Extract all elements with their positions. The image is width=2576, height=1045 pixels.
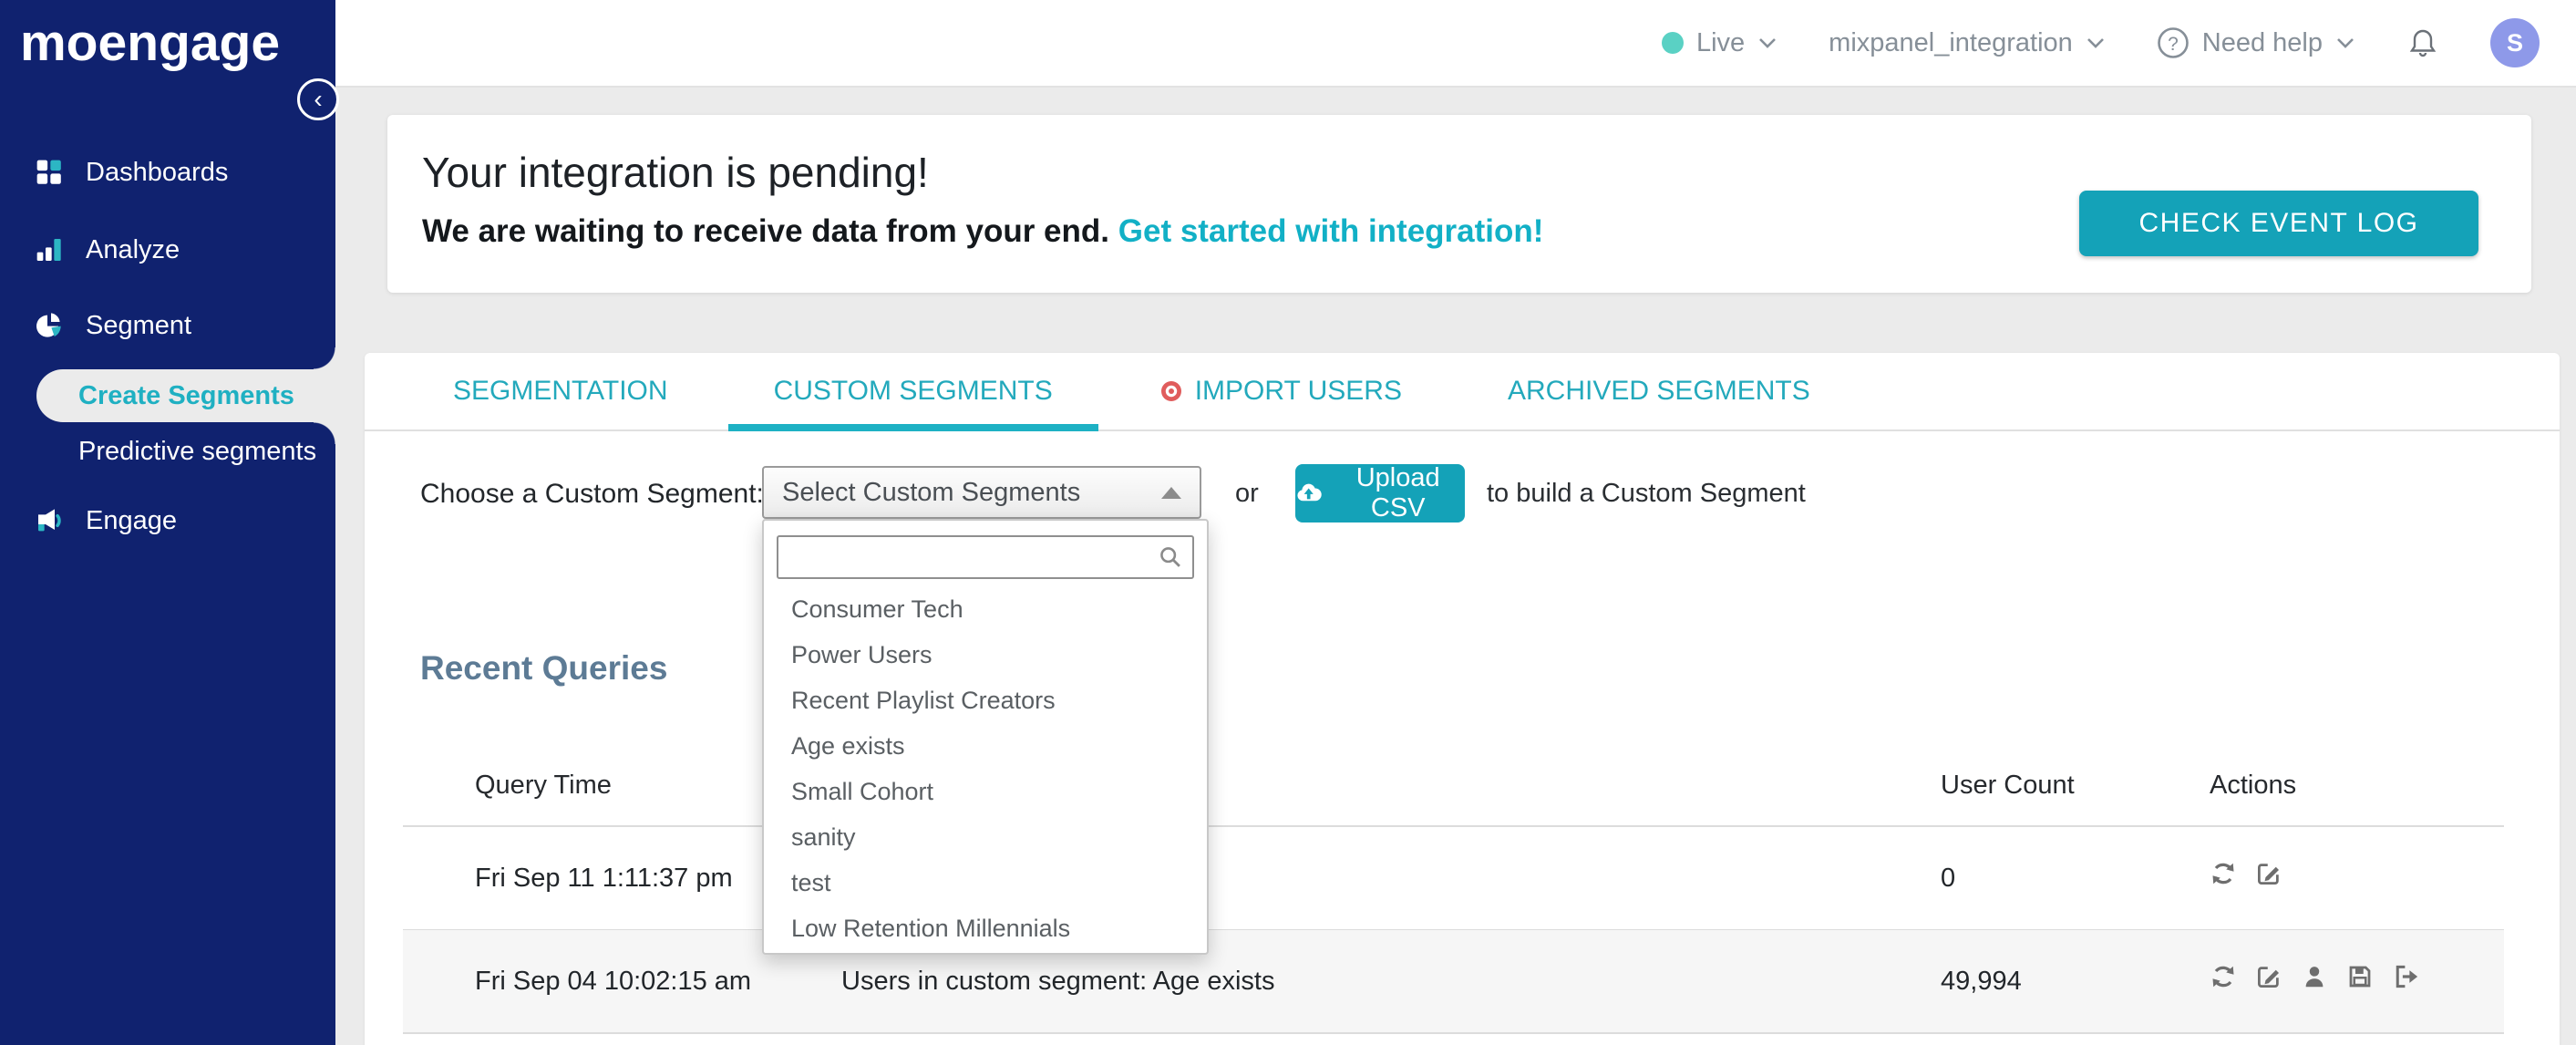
sidebar-item-predictive-segments[interactable]: Predictive segments	[0, 422, 335, 481]
dropdown-option[interactable]: Small Cohort	[764, 769, 1207, 814]
save-icon[interactable]	[2346, 963, 2374, 990]
sidebar-item-label: Segment	[86, 310, 192, 340]
row-actions	[2210, 963, 2419, 990]
workspace-selector[interactable]: mixpanel_integration	[1829, 28, 2106, 58]
user-avatar[interactable]: S	[2490, 18, 2540, 67]
segment-icon	[36, 313, 61, 337]
recent-queries-title: Recent Queries	[420, 649, 668, 687]
question-circle-icon: ?	[2157, 27, 2189, 58]
red-target-dot-icon	[1160, 381, 1181, 401]
sidebar-collapse-button[interactable]: ‹	[297, 78, 339, 120]
sidebar: moengage ‹ Dashboards Analyze Segment Cr…	[0, 0, 339, 1045]
chevron-down-icon	[2337, 38, 2354, 48]
query-time-cell: Fri Sep 11 1:11:37 pm	[475, 864, 733, 893]
sidebar-item-create-segments[interactable]: Create Segments	[36, 369, 335, 422]
dropdown-option[interactable]: Consumer Tech	[764, 586, 1207, 632]
check-event-log-button[interactable]: CHECK EVENT LOG	[2079, 191, 2478, 256]
tab-label: ARCHIVED SEGMENTS	[1507, 376, 1810, 406]
dropdown-option[interactable]: sanity	[764, 814, 1207, 860]
sidebar-item-segment[interactable]: Segment	[0, 296, 335, 355]
dropdown-option[interactable]: Age exists	[764, 723, 1207, 769]
table-divider	[403, 1032, 2504, 1034]
export-icon[interactable]	[2392, 963, 2419, 990]
sidebar-item-dashboards[interactable]: Dashboards	[0, 143, 335, 202]
dropdown-option[interactable]: Recent Playlist Creators	[764, 678, 1207, 723]
environment-selector[interactable]: Live	[1661, 27, 1777, 58]
banner-subtitle-text: We are waiting to receive data from your…	[422, 213, 1110, 249]
upload-csv-label: Upload CSV	[1355, 463, 1440, 522]
need-help-label: Need help	[2201, 27, 2323, 57]
column-header-query-time: Query Time	[475, 771, 612, 800]
sidebar-item-label: Dashboards	[86, 157, 229, 187]
search-icon	[1160, 547, 1180, 567]
user-count-cell: 0	[1941, 864, 1956, 893]
custom-segment-select[interactable]: Select Custom Segments	[762, 466, 1201, 519]
choose-segment-label: Choose a Custom Segment:	[420, 479, 764, 509]
need-help-menu[interactable]: ? Need help	[2157, 26, 2355, 59]
dropdown-search	[777, 535, 1194, 579]
segments-tabs: SEGMENTATION CUSTOM SEGMENTS IMPORT USER…	[365, 353, 2560, 431]
search-input[interactable]	[777, 535, 1194, 579]
sidebar-item-label: Predictive segments	[78, 436, 317, 466]
chevron-down-icon	[1759, 38, 1777, 48]
caret-up-icon	[1161, 486, 1181, 499]
table-row: Fri Sep 11 1:11:37 pm 0	[403, 827, 2504, 929]
pill-corner-top	[314, 347, 335, 369]
sidebar-item-analyze[interactable]: Analyze	[0, 221, 335, 279]
segments-panel: SEGMENTATION CUSTOM SEGMENTS IMPORT USER…	[365, 353, 2560, 1045]
edit-icon[interactable]	[2255, 963, 2282, 990]
tab-label: SEGMENTATION	[453, 376, 668, 406]
topbar: Live mixpanel_integration ? Need help S	[335, 0, 2576, 88]
live-status-dot	[1661, 32, 1684, 54]
sidebar-item-label: Analyze	[86, 234, 180, 264]
dashboards-icon	[36, 160, 61, 184]
table-row: Fri Sep 04 10:02:15 am Users in custom s…	[403, 930, 2504, 1032]
user-icon[interactable]	[2301, 963, 2328, 990]
notifications-bell-icon[interactable]	[2406, 26, 2439, 59]
column-header-user-count: User Count	[1941, 771, 2075, 800]
tab-label: IMPORT USERS	[1194, 376, 1402, 406]
moengage-logo: moengage	[20, 14, 281, 72]
banner-title: Your integration is pending!	[422, 149, 929, 196]
tab-custom-segments[interactable]: CUSTOM SEGMENTS	[727, 353, 1098, 431]
environment-label: Live	[1695, 27, 1746, 57]
row-actions	[2210, 860, 2282, 887]
tab-import-users[interactable]: IMPORT USERS	[1159, 353, 1402, 429]
dropdown-option[interactable]: Power Users	[764, 632, 1207, 678]
refresh-icon[interactable]	[2210, 963, 2237, 990]
upload-csv-button[interactable]: Upload CSV	[1295, 463, 1465, 522]
tab-archived-segments[interactable]: ARCHIVED SEGMENTS	[1508, 353, 1810, 429]
edit-icon[interactable]	[2255, 860, 2282, 887]
svg-text:?: ?	[2168, 34, 2179, 55]
or-text: or	[1235, 479, 1259, 508]
build-segment-suffix-text: to build a Custom Segment	[1487, 479, 1806, 508]
query-description-cell: Users in custom segment: Age exists	[841, 967, 1275, 996]
dropdown-option[interactable]: test	[764, 860, 1207, 905]
integration-pending-banner: Your integration is pending! We are wait…	[387, 115, 2531, 293]
chevron-down-icon	[2087, 38, 2104, 48]
select-value: Select Custom Segments	[782, 477, 1081, 507]
dropdown-option[interactable]: Low Retention Millennials	[764, 905, 1207, 951]
refresh-icon[interactable]	[2210, 860, 2237, 887]
workspace-label: mixpanel_integration	[1829, 27, 2073, 57]
custom-segments-dropdown: Consumer Tech Power Users Recent Playlis…	[762, 519, 1209, 955]
banner-subtitle: We are waiting to receive data from your…	[422, 213, 1543, 250]
get-started-link[interactable]: Get started with integration!	[1118, 213, 1544, 249]
tab-segmentation[interactable]: SEGMENTATION	[453, 353, 668, 429]
sidebar-item-label: Engage	[86, 505, 177, 535]
user-count-cell: 49,994	[1941, 967, 2022, 996]
tab-label: CUSTOM SEGMENTS	[773, 376, 1053, 406]
sidebar-item-label: Create Segments	[78, 380, 294, 410]
engage-icon	[38, 509, 61, 532]
query-time-cell: Fri Sep 04 10:02:15 am	[475, 967, 752, 996]
sidebar-item-engage[interactable]: Engage	[0, 491, 335, 550]
analyze-icon	[36, 239, 61, 261]
column-header-actions: Actions	[2210, 771, 2297, 800]
cloud-upload-icon	[1297, 483, 1322, 502]
